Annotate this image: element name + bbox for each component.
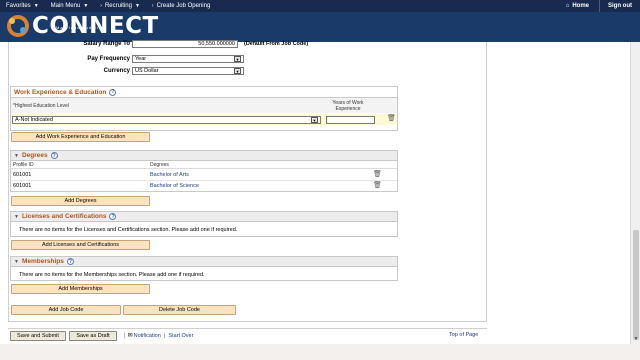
scrollbar-thumb[interactable] (633, 230, 639, 340)
pay-frequency-label: Pay Frequency (87, 56, 130, 62)
licenses-section: ▼ Licenses and Certifications ? There ar… (10, 211, 398, 237)
licenses-empty-message: There are no items for the Licenses and … (19, 227, 238, 233)
currency-label: Currency (103, 68, 130, 74)
education-column-header: *Highest Education Level (13, 103, 69, 109)
dropdown-arrow-icon: ▼ (234, 68, 241, 74)
separator: | (163, 332, 166, 339)
work-experience-column-headers: *Highest Education Level Years of Work E… (11, 97, 397, 113)
memberships-empty-message: There are no items for the Memberships s… (19, 272, 205, 278)
table-row: 601001 Bachelor of Science 🗑 (11, 181, 397, 192)
collapse-icon[interactable]: ▼ (14, 214, 19, 220)
add-job-code-button[interactable]: Add Job Code (11, 305, 121, 315)
table-row: 601001 Bachelor of Arts 🗑 (11, 170, 397, 181)
favorites-menu[interactable]: Favorites ▼ (0, 3, 45, 9)
help-icon[interactable]: ? (66, 258, 74, 265)
logo-mark-icon (7, 15, 29, 37)
chevron-down-icon: ▼ (83, 3, 89, 9)
chevron-down-icon: ▼ (134, 3, 140, 9)
years-experience-input[interactable] (326, 116, 375, 124)
licenses-header: ▼ Licenses and Certifications ? (11, 212, 397, 222)
main-menu[interactable]: Main Menu ▼ (45, 3, 95, 9)
breadcrumb-recruiting[interactable]: › Recruiting ▼ (94, 3, 146, 9)
currency-select[interactable]: US Dollar ▼ (132, 67, 244, 75)
degrees-column-headers: Profile ID Degrees (11, 161, 397, 169)
delete-job-code-button[interactable]: Delete Job Code (123, 305, 236, 315)
add-memberships-button[interactable]: Add Memberships (11, 284, 150, 294)
work-experience-header: Work Experience & Education ? (11, 87, 397, 97)
profile-id-cell: 601001 (13, 172, 32, 178)
salary-range-input[interactable]: 50,550.000000 (132, 40, 238, 48)
degrees-title: Degrees (21, 152, 48, 159)
home-label: Home (572, 3, 589, 9)
help-icon[interactable]: ? (109, 88, 117, 96)
pay-frequency-value: Year (135, 56, 147, 62)
currency-row: Currency US Dollar ▼ (60, 67, 244, 75)
home-link[interactable]: ⌂ Home (556, 3, 599, 9)
dropdown-arrow-icon: ▼ (311, 117, 318, 123)
logo-subtitle: Maryland Judiciary (56, 25, 108, 30)
vertical-scrollbar[interactable]: ▼ (630, 42, 640, 344)
delete-row-icon[interactable]: 🗑 (373, 181, 382, 189)
memberships-title: Memberships (21, 258, 64, 265)
licenses-title: Licenses and Certifications (21, 213, 107, 220)
chevron-right-icon: › (100, 3, 102, 9)
breadcrumb-create-job-opening[interactable]: › Create Job Opening (146, 3, 216, 9)
degrees-column-header: Degrees (150, 162, 169, 168)
collapse-icon[interactable]: ▼ (14, 153, 19, 159)
notification-icon: ✉ (127, 333, 133, 339)
help-icon[interactable]: ? (109, 213, 117, 220)
delete-row-icon[interactable]: 🗑 (387, 114, 396, 122)
years-column-header: Years of Work Experience (332, 100, 364, 112)
work-experience-section: Work Experience & Education ? *Highest E… (10, 86, 398, 131)
work-experience-row: A-Not Indicated ▼ 🗑 (11, 114, 397, 125)
degrees-header: ▼ Degrees ? (11, 151, 397, 161)
main-menu-label: Main Menu (50, 3, 81, 9)
bottom-strip (0, 344, 640, 360)
salary-default-note: (Default From Job Code) (244, 41, 309, 47)
home-icon: ⌂ (565, 3, 570, 9)
chevron-down-icon: ▼ (33, 3, 39, 9)
degree-link[interactable]: Bachelor of Science (150, 183, 199, 189)
salary-range-label: Salary Range To (83, 41, 130, 47)
collapse-icon[interactable]: ▼ (14, 259, 19, 265)
profile-id-cell: 601001 (13, 183, 32, 189)
degrees-section: ▼ Degrees ? Profile ID Degrees 601001 Ba… (10, 150, 398, 192)
dropdown-arrow-icon: ▼ (234, 56, 241, 62)
separator: | (124, 332, 126, 339)
help-icon[interactable]: ? (50, 152, 58, 159)
memberships-section: ▼ Memberships ? There are no items for t… (10, 256, 398, 281)
scroll-down-arrow-icon[interactable]: ▼ (633, 336, 639, 342)
degree-link[interactable]: Bachelor of Arts (150, 172, 189, 178)
sign-out-label: Sign out (608, 3, 632, 9)
breadcrumb-recruiting-label: Recruiting (104, 3, 132, 9)
currency-value: US Dollar (135, 68, 159, 74)
memberships-header: ▼ Memberships ? (11, 257, 397, 267)
save-as-draft-button[interactable]: Save as Draft (69, 331, 117, 341)
notification-link[interactable]: Notification (134, 333, 161, 339)
add-licenses-button[interactable]: Add Licenses and Certifications (11, 240, 150, 250)
work-experience-title: Work Experience & Education (14, 88, 107, 96)
top-nav-bar: Favorites ▼ Main Menu ▼ › Recruiting ▼ › Crea… (0, 0, 640, 12)
pay-frequency-row: Pay Frequency Year ▼ (60, 55, 244, 63)
save-and-submit-button[interactable]: Save and Submit (10, 331, 66, 341)
pay-frequency-select[interactable]: Year ▼ (132, 55, 244, 63)
delete-row-icon[interactable]: 🗑 (373, 170, 382, 178)
sign-out-link[interactable]: Sign out (599, 0, 640, 12)
add-degrees-button[interactable]: Add Degrees (11, 196, 150, 206)
top-of-page-link[interactable]: Top of Page (449, 332, 478, 338)
favorites-label: Favorites (6, 3, 31, 9)
start-over-link[interactable]: Start Over (168, 333, 193, 339)
profile-id-column-header: Profile ID (13, 162, 34, 168)
top-nav-right: ⌂ Home Sign out (556, 0, 640, 12)
breadcrumb-create-job-opening-label: Create Job Opening (156, 3, 211, 9)
education-level-select[interactable]: A-Not Indicated ▼ (12, 116, 321, 124)
salary-range-row: Salary Range To 50,550.000000 (Default F… (60, 40, 308, 48)
add-work-experience-button[interactable]: Add Work Experience and Education (11, 132, 150, 142)
education-level-value: A-Not Indicated (15, 117, 53, 123)
footer-links: | ✉ Notification | Start Over (124, 332, 193, 340)
chevron-right-icon: › (151, 3, 154, 9)
